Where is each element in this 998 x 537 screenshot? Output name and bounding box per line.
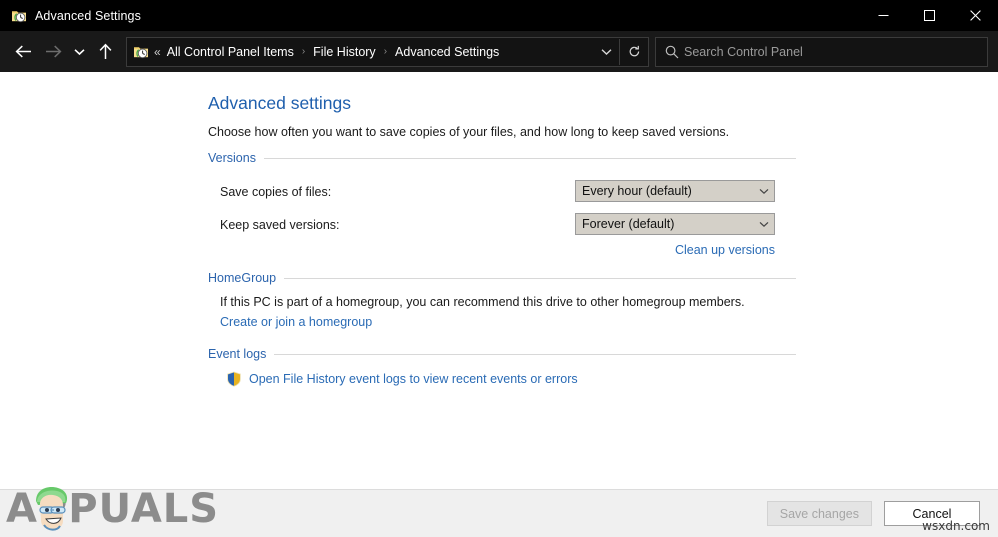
breadcrumb-item-advanced-settings[interactable]: Advanced Settings <box>395 45 499 59</box>
search-icon <box>660 45 684 59</box>
section-divider <box>264 158 796 159</box>
section-homegroup: HomeGroup If this PC is part of a homegr… <box>208 271 796 331</box>
section-versions: Versions Save copies of files: Every hou… <box>208 151 796 257</box>
address-file-history-folder-icon <box>133 44 149 60</box>
section-homegroup-label: HomeGroup <box>208 271 276 285</box>
section-homegroup-header: HomeGroup <box>208 271 796 285</box>
chevron-down-icon <box>754 221 774 228</box>
forward-arrow-icon[interactable] <box>38 37 68 67</box>
section-event-logs: Event logs Open File History event logs … <box>208 347 796 387</box>
window-title: Advanced Settings <box>35 9 141 23</box>
address-bar[interactable]: « All Control Panel Items › File History… <box>126 37 649 67</box>
page-title: Advanced settings <box>208 94 796 113</box>
maximize-button[interactable] <box>906 0 952 31</box>
breadcrumb-separator-icon[interactable]: › <box>302 47 305 57</box>
save-copies-value: Every hour (default) <box>576 184 754 198</box>
breadcrumb-overflow-icon[interactable]: « <box>154 45 161 59</box>
navigation-bar: « All Control Panel Items › File History… <box>0 31 998 72</box>
breadcrumb: « All Control Panel Items › File History… <box>154 45 593 59</box>
chevron-down-icon <box>754 188 774 195</box>
advanced-settings-window: Advanced Settings <box>0 0 998 537</box>
address-chevron-down-icon[interactable] <box>593 39 619 65</box>
file-history-folder-icon <box>11 8 27 24</box>
minimize-button[interactable] <box>860 0 906 31</box>
search-box[interactable] <box>655 37 988 67</box>
section-versions-header: Versions <box>208 151 796 165</box>
section-divider <box>284 278 796 279</box>
title-bar: Advanced Settings <box>0 0 998 31</box>
save-copies-dropdown[interactable]: Every hour (default) <box>575 180 775 202</box>
homegroup-link-row: Create or join a homegroup <box>208 313 796 331</box>
breadcrumb-item-file-history[interactable]: File History <box>313 45 376 59</box>
field-keep-versions: Keep saved versions: Forever (default) <box>208 208 796 241</box>
recent-locations-chevron-down-icon[interactable] <box>68 37 90 67</box>
up-arrow-icon[interactable] <box>90 37 120 67</box>
breadcrumb-item-all-control-panel-items[interactable]: All Control Panel Items <box>167 45 294 59</box>
cleanup-versions-row: Clean up versions <box>208 243 796 257</box>
homegroup-description: If this PC is part of a homegroup, you c… <box>208 295 796 309</box>
wsxdn-watermark: wsxdn.com <box>922 519 990 533</box>
refresh-icon[interactable] <box>619 39 648 65</box>
search-input[interactable] <box>684 45 987 59</box>
back-arrow-icon[interactable] <box>8 37 38 67</box>
create-or-join-homegroup-link[interactable]: Create or join a homegroup <box>220 315 372 329</box>
keep-versions-value: Forever (default) <box>576 217 754 231</box>
section-divider <box>274 354 796 355</box>
section-event-logs-header: Event logs <box>208 347 796 361</box>
breadcrumb-separator-icon[interactable]: › <box>384 47 387 57</box>
clean-up-versions-link[interactable]: Clean up versions <box>675 243 775 257</box>
close-button[interactable] <box>952 0 998 31</box>
section-event-logs-label: Event logs <box>208 347 266 361</box>
content-area: Advanced settings Choose how often you w… <box>0 72 998 489</box>
uac-shield-icon <box>226 371 242 387</box>
open-event-logs-link[interactable]: Open File History event logs to view rec… <box>249 372 578 386</box>
section-versions-label: Versions <box>208 151 256 165</box>
field-save-copies-label: Save copies of files: <box>220 185 331 199</box>
page-subtitle: Choose how often you want to save copies… <box>208 125 796 139</box>
address-bar-actions <box>593 38 648 66</box>
field-keep-versions-label: Keep saved versions: <box>220 218 340 232</box>
keep-versions-dropdown[interactable]: Forever (default) <box>575 213 775 235</box>
footer-bar: Save changes Cancel <box>0 489 998 537</box>
field-save-copies: Save copies of files: Every hour (defaul… <box>208 175 796 208</box>
event-logs-link-row: Open File History event logs to view rec… <box>208 371 796 387</box>
settings-panel: Advanced settings Choose how often you w… <box>208 94 796 389</box>
save-changes-button[interactable]: Save changes <box>767 501 872 526</box>
window-controls <box>860 0 998 31</box>
